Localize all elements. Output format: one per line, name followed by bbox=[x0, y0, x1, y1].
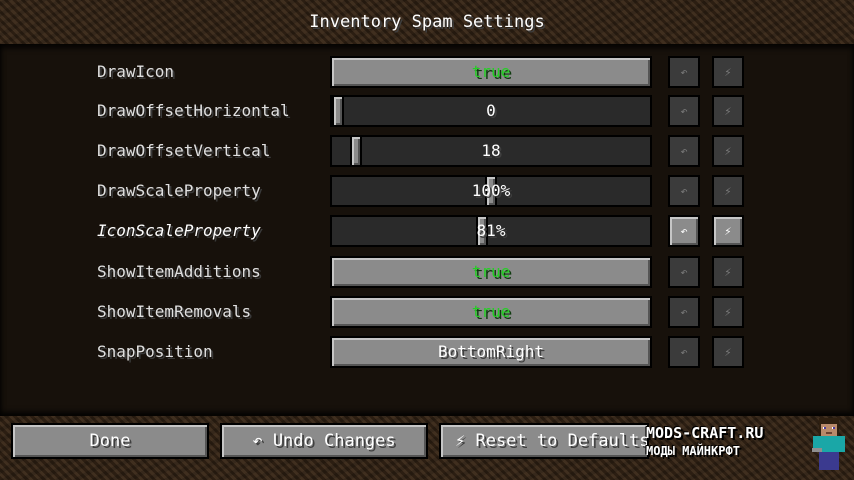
reset-icon[interactable]: ⚡ bbox=[712, 296, 744, 328]
reset-icon[interactable]: ⚡ bbox=[712, 56, 744, 88]
undo-icon[interactable]: ↶ bbox=[668, 135, 700, 167]
undo-icon[interactable]: ↶ bbox=[668, 175, 700, 207]
config-row-drawicon: DrawIcon true ↶ ⚡ bbox=[0, 56, 854, 92]
reset-icon[interactable]: ⚡ bbox=[712, 336, 744, 368]
config-row-drawoffsetvertical: DrawOffsetVertical 18 ↶ ⚡ bbox=[0, 135, 854, 171]
slider-value: 0 bbox=[486, 101, 496, 120]
drawoffsetvertical-slider[interactable]: 18 bbox=[330, 135, 652, 167]
reset-icon[interactable]: ⚡ bbox=[712, 175, 744, 207]
showitemremovals-toggle[interactable]: true bbox=[330, 296, 652, 328]
slider-knob[interactable] bbox=[350, 135, 362, 167]
showitemadditions-toggle[interactable]: true bbox=[330, 256, 652, 288]
row-label: SnapPosition bbox=[97, 342, 213, 361]
config-row-iconscaleproperty: IconScaleProperty 81% ↶ ⚡ bbox=[0, 215, 854, 251]
undo-icon[interactable]: ↶ bbox=[668, 256, 700, 288]
watermark-line1: MODS-CRAFT.RU bbox=[646, 424, 764, 442]
undo-icon[interactable]: ↶ bbox=[668, 56, 700, 88]
undo-icon[interactable]: ↶ bbox=[668, 296, 700, 328]
drawscaleproperty-slider[interactable]: 100% bbox=[330, 175, 652, 207]
reset-icon[interactable]: ⚡ bbox=[712, 135, 744, 167]
slider-value: 81% bbox=[476, 221, 506, 240]
undo-changes-button[interactable]: ↶ Undo Changes bbox=[220, 423, 428, 459]
done-button[interactable]: Done bbox=[11, 423, 209, 459]
drawoffsethorizontal-slider[interactable]: 0 bbox=[330, 95, 652, 127]
reset-to-defaults-button[interactable]: ⚡ Reset to Defaults bbox=[439, 423, 649, 459]
undo-icon[interactable]: ↶ bbox=[668, 336, 700, 368]
undo-icon[interactable]: ↶ bbox=[668, 95, 700, 127]
slider-value: 18 bbox=[481, 141, 501, 160]
watermark-logo: MODS-CRAFT.RU МОДЫ МАЙНКРФТ bbox=[644, 418, 845, 474]
config-row-showitemadditions: ShowItemAdditions true ↶ ⚡ bbox=[0, 256, 854, 292]
row-label: DrawOffsetVertical bbox=[97, 141, 271, 160]
snapposition-button[interactable]: BottomRight bbox=[330, 336, 652, 368]
reset-icon[interactable]: ⚡ bbox=[712, 95, 744, 127]
row-label: ShowItemAdditions bbox=[97, 262, 261, 281]
drawicon-toggle[interactable]: true bbox=[330, 56, 652, 88]
watermark-line2: МОДЫ МАЙНКРФТ bbox=[646, 444, 740, 458]
row-label: IconScaleProperty bbox=[97, 221, 261, 240]
row-label: ShowItemRemovals bbox=[97, 302, 252, 321]
row-label: DrawIcon bbox=[97, 62, 175, 81]
config-row-drawoffsethorizontal: DrawOffsetHorizontal 0 ↶ ⚡ bbox=[0, 95, 854, 131]
config-row-snapposition: SnapPosition BottomRight ↶ ⚡ bbox=[0, 336, 854, 372]
iconscaleproperty-slider[interactable]: 81% bbox=[330, 215, 652, 247]
undo-icon[interactable]: ↶ bbox=[668, 215, 700, 247]
reset-icon[interactable]: ⚡ bbox=[712, 256, 744, 288]
steve-icon bbox=[812, 418, 845, 470]
config-row-drawscaleproperty: DrawScaleProperty 100% ↶ ⚡ bbox=[0, 175, 854, 211]
config-row-showitemremovals: ShowItemRemovals true ↶ ⚡ bbox=[0, 296, 854, 332]
reset-icon[interactable]: ⚡ bbox=[712, 215, 744, 247]
screen-title: Inventory Spam Settings bbox=[309, 12, 545, 32]
row-label: DrawScaleProperty bbox=[97, 181, 261, 200]
row-label: DrawOffsetHorizontal bbox=[97, 101, 290, 120]
slider-value: 100% bbox=[471, 181, 511, 200]
slider-knob[interactable] bbox=[332, 95, 344, 127]
